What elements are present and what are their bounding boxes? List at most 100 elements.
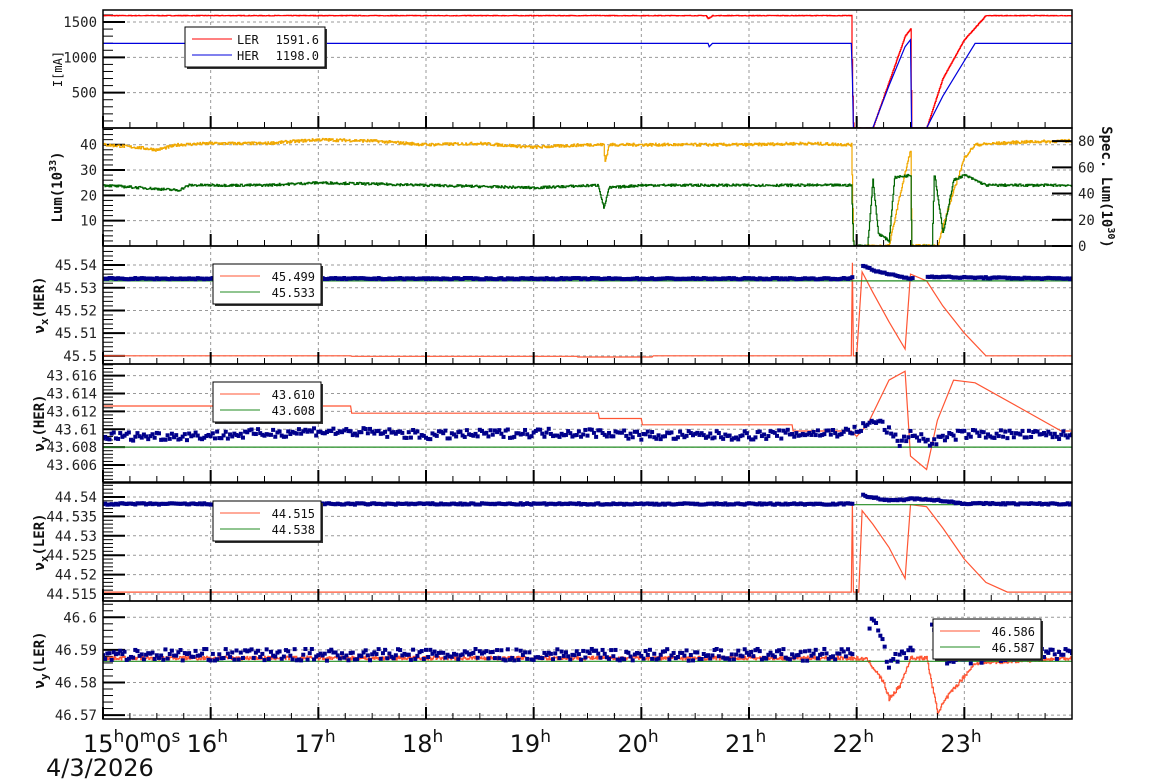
data-point — [555, 647, 560, 652]
data-point — [385, 656, 390, 661]
data-point — [131, 655, 136, 660]
data-point — [475, 434, 480, 439]
data-point — [815, 428, 820, 433]
data-point — [167, 436, 172, 441]
data-point — [893, 651, 898, 656]
data-point — [843, 654, 848, 659]
multi-panel-time-series-chart: 500 1000 1500 LER 1591.6 HER 1198.0 I[mA] 10 20 30… — [32, 9, 1116, 782]
data-point — [650, 656, 655, 661]
data-point — [876, 628, 881, 633]
data-point — [497, 428, 502, 433]
data-point — [600, 647, 605, 652]
data-point — [740, 654, 745, 659]
x-tick-label: 21h — [725, 727, 766, 758]
y-tick-label: 43.608 — [46, 440, 97, 456]
data-point — [286, 649, 291, 654]
data-point — [779, 436, 784, 441]
data-point — [611, 654, 616, 659]
data-point — [837, 651, 842, 656]
data-point — [712, 435, 717, 440]
data-point — [529, 434, 534, 439]
data-point — [604, 434, 609, 439]
data-point — [762, 432, 767, 437]
data-point — [312, 426, 317, 431]
data-point — [383, 647, 388, 652]
data-point — [337, 656, 342, 661]
data-point — [1018, 432, 1023, 437]
data-point — [962, 428, 967, 433]
data-point — [884, 430, 889, 435]
data-point — [408, 657, 413, 662]
data-point — [628, 431, 633, 436]
legend-value: 46.586 — [992, 625, 1035, 639]
data-point — [516, 657, 521, 662]
data-point — [217, 652, 222, 657]
data-point — [299, 658, 304, 663]
data-point — [686, 658, 691, 663]
data-point — [408, 435, 413, 440]
panel-luminosity: 10 20 30 40 0 20 40 60 80 Spec. Lum(1030) Lum(1033… — [48, 126, 1116, 255]
x-tick-label: 17h — [294, 727, 335, 758]
legend: 43.610 43.608 — [212, 381, 323, 424]
data-point — [744, 431, 749, 436]
data-point — [268, 432, 273, 437]
data-point — [314, 433, 319, 438]
data-point — [663, 434, 668, 439]
data-point — [150, 432, 155, 437]
y-tick-label: 43.614 — [46, 387, 97, 403]
data-point — [557, 656, 562, 661]
data-point — [572, 653, 577, 658]
data-point — [1029, 434, 1034, 439]
data-point — [210, 431, 215, 436]
legend: 44.515 44.538 — [212, 500, 323, 543]
data-point — [223, 429, 228, 434]
data-point — [740, 433, 745, 438]
data-point — [904, 656, 909, 661]
data-point — [204, 647, 209, 652]
data-point — [568, 431, 573, 436]
data-point — [126, 430, 131, 435]
y-axis-label: νy(HER) — [32, 394, 51, 451]
data-point — [777, 428, 782, 433]
data-point — [551, 657, 556, 662]
data-point — [523, 650, 528, 655]
data-point — [1059, 432, 1064, 437]
data-point — [716, 654, 721, 659]
data-point — [930, 441, 935, 446]
data-point — [350, 650, 355, 655]
data-point — [150, 650, 155, 655]
data-point — [383, 429, 388, 434]
data-point — [563, 432, 568, 437]
data-point — [215, 429, 220, 434]
data-point — [637, 432, 642, 437]
data-point — [886, 425, 891, 430]
data-point — [583, 655, 588, 660]
y-tick-label: 44.515 — [46, 587, 97, 603]
data-point — [223, 647, 228, 652]
y-tick-label: 46.6 — [63, 610, 97, 626]
data-point — [505, 427, 510, 432]
data-point — [992, 435, 997, 440]
data-point — [1005, 436, 1010, 441]
data-point — [884, 659, 889, 664]
data-point — [587, 651, 592, 656]
data-point — [882, 644, 887, 649]
data-point — [559, 649, 564, 654]
data-point — [753, 435, 758, 440]
data-point — [497, 656, 502, 661]
data-point — [475, 655, 480, 660]
data-point — [191, 654, 196, 659]
panel-current: 500 1000 1500 LER 1591.6 HER 1198.0 I[mA] — [51, 9, 1073, 129]
data-point — [563, 650, 568, 655]
data-point — [156, 431, 161, 436]
data-point — [749, 649, 754, 654]
data-point — [365, 653, 370, 658]
data-point — [841, 649, 846, 654]
data-point — [874, 620, 879, 625]
series-line-lum — [103, 173, 1072, 246]
data-point — [626, 650, 631, 655]
data-point — [815, 656, 820, 661]
data-point — [546, 426, 551, 431]
data-point — [268, 649, 273, 654]
data-point — [897, 443, 902, 448]
